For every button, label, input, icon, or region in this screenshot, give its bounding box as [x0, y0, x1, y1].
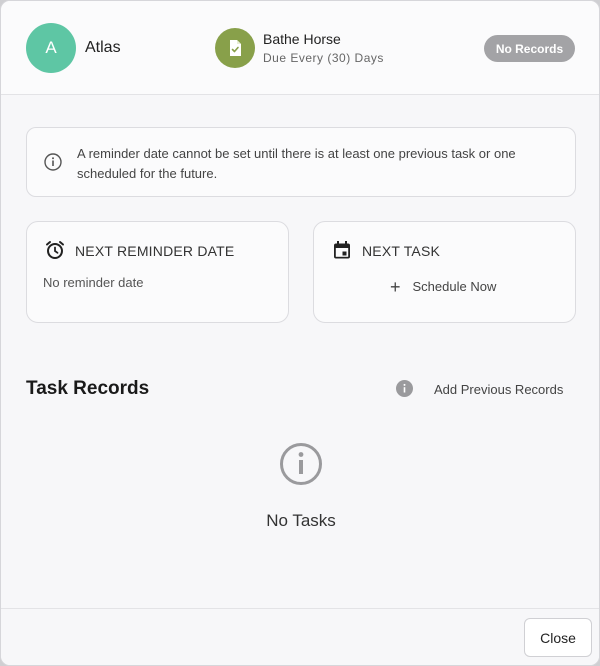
notice-text: A reminder date cannot be set until ther… — [77, 146, 516, 181]
calendar-icon — [332, 240, 352, 265]
task-title: Bathe Horse — [263, 31, 341, 47]
next-task-card: NEXT TASK + Schedule Now — [313, 221, 576, 323]
add-previous-records-button[interactable]: Add Previous Records — [434, 382, 563, 397]
empty-state-text: No Tasks — [266, 511, 336, 530]
info-filled-icon[interactable] — [396, 380, 413, 402]
pet-name: Atlas — [85, 39, 121, 56]
reminder-value: No reminder date — [43, 275, 144, 290]
info-icon — [44, 153, 62, 176]
info-icon — [279, 442, 323, 491]
alarm-clock-icon — [45, 240, 65, 265]
task-detail-dialog: A Atlas Bathe Horse Due Every (30) Days … — [0, 0, 600, 666]
plus-icon: + — [390, 276, 401, 297]
dialog-header: A Atlas Bathe Horse Due Every (30) Days … — [1, 1, 599, 95]
schedule-now-label: Schedule Now — [412, 279, 497, 294]
next-reminder-card: NEXT REMINDER DATE No reminder date — [26, 221, 289, 323]
card-title: NEXT TASK — [362, 243, 441, 259]
clipboard-check-icon — [215, 28, 255, 68]
schedule-now-button[interactable]: + Schedule Now — [390, 276, 497, 297]
avatar-initial: A — [45, 38, 57, 57]
reminder-notice: A reminder date cannot be set until ther… — [26, 127, 576, 197]
dialog-footer — [1, 608, 599, 665]
close-button[interactable]: Close — [524, 618, 592, 657]
task-frequency: Due Every (30) Days — [263, 51, 384, 65]
status-badge: No Records — [484, 35, 575, 62]
pet-avatar: A — [26, 23, 76, 73]
task-records-title: Task Records — [26, 378, 150, 399]
card-title: NEXT REMINDER DATE — [75, 243, 235, 259]
